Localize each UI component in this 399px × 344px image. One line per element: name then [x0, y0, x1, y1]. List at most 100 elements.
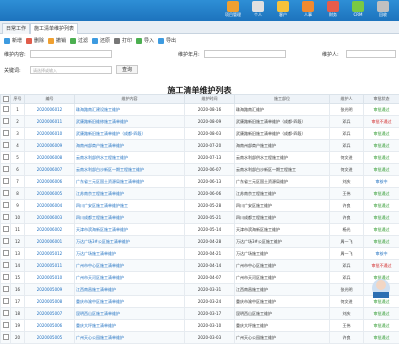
table-row[interactable]: 162020005009江西南昌施工清单维护2020-03-31江西南昌施工维护…: [1, 284, 399, 296]
row-code[interactable]: 2020006002: [25, 224, 75, 236]
table-row[interactable]: 192020005006重庆大坪施工清单维护2020-03-10重庆大坪施工维护…: [1, 320, 399, 332]
row-index: 17: [11, 296, 25, 308]
topnav-item-6[interactable]: 回收: [372, 1, 394, 21]
table-row[interactable]: 52020006008云南水利部供水工程施工维护2020-07-13云南水利部供…: [1, 152, 399, 164]
row-checkbox[interactable]: [1, 320, 11, 332]
row-checkbox[interactable]: [1, 116, 11, 128]
select-all-checkbox[interactable]: [1, 95, 11, 104]
table-row[interactable]: 112020006002天津市滨海新区施工清单维护2020-05-14天津市滨海…: [1, 224, 399, 236]
topnav-item-4[interactable]: 财务: [322, 1, 344, 21]
row-code[interactable]: 2020005005: [25, 332, 75, 344]
row-checkbox[interactable]: [1, 236, 11, 248]
row-code[interactable]: 2020005007: [25, 308, 75, 320]
export-button[interactable]: 导出: [158, 37, 176, 46]
row-code[interactable]: 2020005009: [25, 284, 75, 296]
row-checkbox[interactable]: [1, 284, 11, 296]
table-row[interactable]: 72020006006广东省三元区国土资源局施工清单维护2020-06-13广东…: [1, 176, 399, 188]
row-checkbox[interactable]: [1, 188, 11, 200]
row-checkbox[interactable]: [1, 164, 11, 176]
keyword-input[interactable]: 请选择或输入: [30, 66, 112, 74]
row-code[interactable]: 2020005006: [25, 320, 75, 332]
row-checkbox[interactable]: [1, 272, 11, 284]
row-checkbox[interactable]: [1, 140, 11, 152]
row-code[interactable]: 2020006007: [25, 164, 75, 176]
date-field[interactable]: [204, 50, 286, 58]
row-checkbox[interactable]: [1, 224, 11, 236]
table-row[interactable]: 82020006005江苏南京工程施工清单维护2020-06-06江苏南京工程施…: [1, 188, 399, 200]
topnav-item-0[interactable]: 项目管理: [222, 1, 244, 21]
table-row[interactable]: 42020006009海南州部商户施工清单维护2020-07-20海南州部商户施…: [1, 140, 399, 152]
row-index: 15: [11, 272, 25, 284]
row-checkbox[interactable]: [1, 212, 11, 224]
restore-button[interactable]: 还原: [92, 37, 110, 46]
row-checkbox[interactable]: [1, 200, 11, 212]
table-row[interactable]: 32020006010武康路新旧施工清单维护（成都-四段）2020-08-03武…: [1, 128, 399, 140]
tab-daily-work[interactable]: 日常工作: [2, 23, 30, 34]
table-row[interactable]: 102020006003四川成都工程施工清单维护2020-05-21四川成都工程…: [1, 212, 399, 224]
table-row[interactable]: 172020005008重庆市渝中区施工清单维护2020-03-24重庆市渝中区…: [1, 296, 399, 308]
row-checkbox[interactable]: [1, 104, 11, 116]
print-button[interactable]: 打印: [114, 37, 132, 46]
table-row[interactable]: 22020006011武康路新旧维修施工清单维护2020-08-09武康路新旧施…: [1, 116, 399, 128]
import-button[interactable]: 导入: [136, 37, 154, 46]
table-row[interactable]: 12020006012珠海路南汇建设施工维护2020-08-16珠海路南汇维护张…: [1, 104, 399, 116]
row-code[interactable]: 2020005010: [25, 272, 75, 284]
table-row[interactable]: 152020005010广州市天河区施工清单维护2020-04-07广州市天河区…: [1, 272, 399, 284]
topnav-item-5[interactable]: CRM: [347, 1, 369, 21]
undo-button[interactable]: 撤销: [48, 37, 66, 46]
row-maintainer: 刘庆: [330, 176, 364, 188]
topnav-item-2[interactable]: 客户: [272, 1, 294, 21]
add-button[interactable]: 新增: [4, 37, 22, 46]
project-field[interactable]: [30, 50, 112, 58]
topnav-item-3[interactable]: 人事: [297, 1, 319, 21]
delete-button[interactable]: 删除: [26, 37, 44, 46]
row-checkbox[interactable]: [1, 128, 11, 140]
row-status: 审批通过: [364, 200, 399, 212]
row-status: 审批通过: [364, 164, 399, 176]
row-code[interactable]: 2020005012: [25, 248, 75, 260]
row-code[interactable]: 2020006010: [25, 128, 75, 140]
column-header: 维护内容: [75, 95, 185, 104]
row-code[interactable]: 2020006001: [25, 236, 75, 248]
row-date: 2020-04-07: [185, 272, 235, 284]
row-code[interactable]: 2020006005: [25, 188, 75, 200]
row-checkbox[interactable]: [1, 296, 11, 308]
table-row[interactable]: 122020006001万达广场3#公区施工清单维护2020-04-28万达广场…: [1, 236, 399, 248]
table-row[interactable]: 142020005011广州市中心区施工清单维护2020-04-14广州市中心区…: [1, 260, 399, 272]
row-code[interactable]: 2020005011: [25, 260, 75, 272]
row-code[interactable]: 2020006009: [25, 140, 75, 152]
row-checkbox[interactable]: [1, 260, 11, 272]
tab-construction-list[interactable]: 施工清单维护列表: [30, 23, 78, 34]
row-code[interactable]: 2020006004: [25, 200, 75, 212]
row-code[interactable]: 2020005008: [25, 296, 75, 308]
row-checkbox[interactable]: [1, 308, 11, 320]
table-row[interactable]: 92020006004四川广安区施工清单维护施工2020-05-28四川广安区施…: [1, 200, 399, 212]
row-index: 12: [11, 236, 25, 248]
project-label: 维护内容:: [4, 51, 26, 58]
row-checkbox[interactable]: [1, 248, 11, 260]
row-maintainer: 周一飞: [330, 248, 364, 260]
row-content: 昆明西山区施工清单维护: [75, 308, 185, 320]
table-row[interactable]: 202020005005广州天心公园施工清单维护2020-03-03广州天心公园…: [1, 332, 399, 344]
row-maintainer: 许良: [330, 332, 364, 344]
row-content: 广州市中心区施工清单维护: [75, 260, 185, 272]
row-code[interactable]: 2020006011: [25, 116, 75, 128]
row-code[interactable]: 2020006006: [25, 176, 75, 188]
row-content: 重庆大坪施工清单维护: [75, 320, 185, 332]
filter-button[interactable]: 过滤: [70, 37, 88, 46]
row-maintainer: 邓兵: [330, 116, 364, 128]
table-row[interactable]: 132020005012万达广场施工清单维护2020-04-21万达广场施工维护…: [1, 248, 399, 260]
topnav-item-1[interactable]: 个人: [247, 1, 269, 21]
row-code[interactable]: 2020006008: [25, 152, 75, 164]
row-content: 武康路新旧施工清单维护（成都-四段）: [75, 128, 185, 140]
row-checkbox[interactable]: [1, 152, 11, 164]
row-location: 云南水利部供水工程施工维护: [235, 152, 330, 164]
table-row[interactable]: 182020005007昆明西山区施工清单维护2020-03-17昆明西山区施工…: [1, 308, 399, 320]
row-code[interactable]: 2020006012: [25, 104, 75, 116]
row-code[interactable]: 2020006003: [25, 212, 75, 224]
maintainer-field[interactable]: [346, 50, 396, 58]
table-row[interactable]: 62020006007云南水利部白沙新区一期工程施工维护2020-06-07云南…: [1, 164, 399, 176]
row-checkbox[interactable]: [1, 176, 11, 188]
query-button[interactable]: 查询: [116, 65, 138, 74]
row-checkbox[interactable]: [1, 332, 11, 344]
